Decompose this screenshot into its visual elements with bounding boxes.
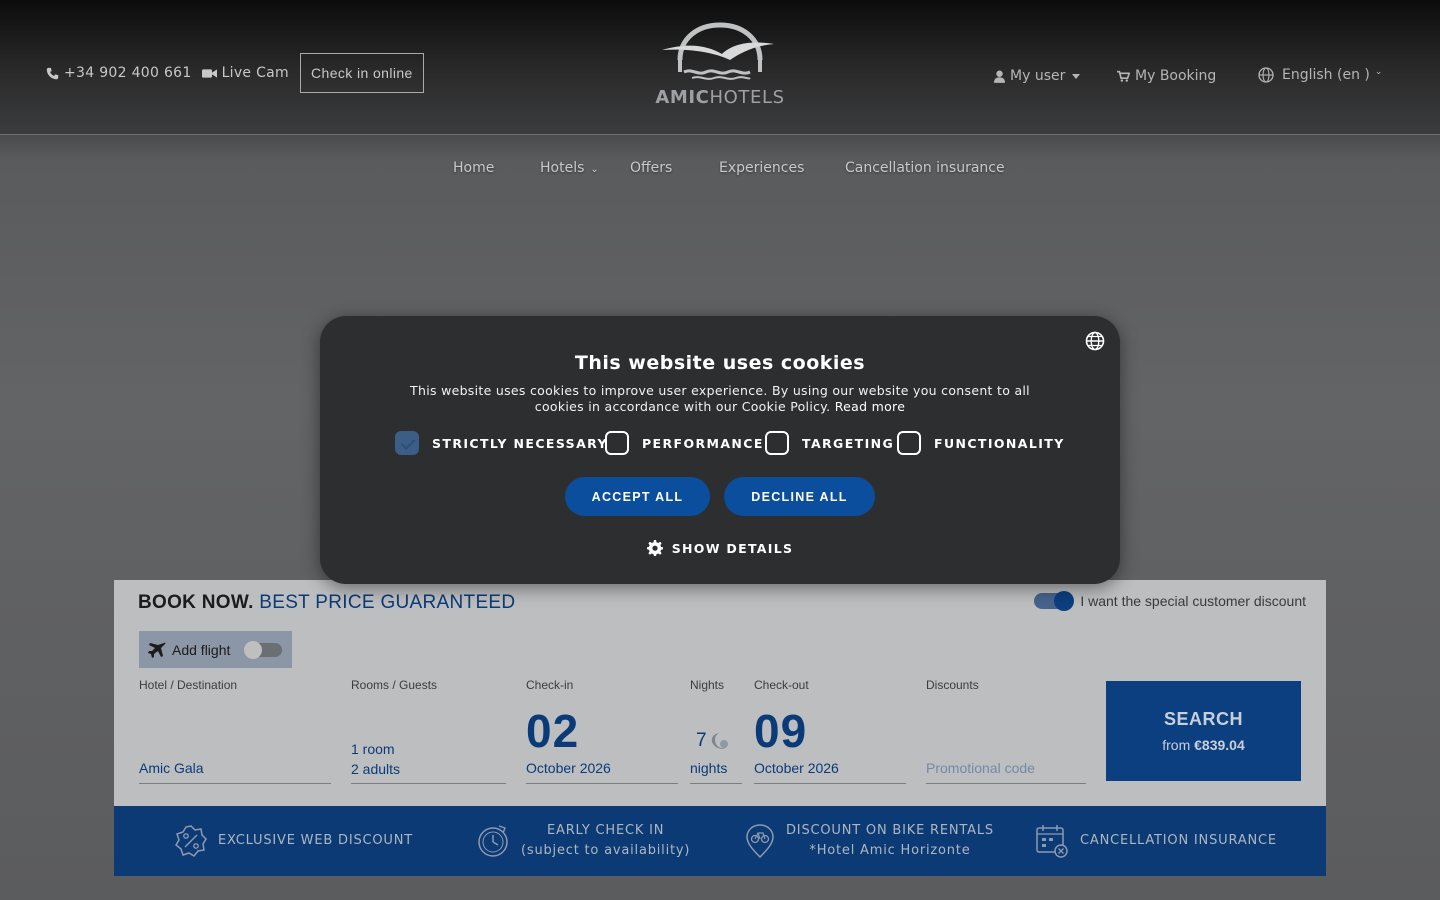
cookie-category-targeting[interactable]: TARGETING (765, 431, 894, 455)
decline-all-button[interactable]: DECLINE ALL (724, 477, 875, 516)
strictly-necessary-checkbox (395, 431, 419, 455)
accept-all-button[interactable]: ACCEPT ALL (565, 477, 710, 516)
targeting-checkbox[interactable] (765, 431, 789, 455)
functionality-label: FUNCTIONALITY (934, 435, 1065, 451)
cookie-category-performance[interactable]: PERFORMANCE (605, 431, 764, 455)
globe-icon[interactable] (1085, 331, 1105, 351)
gear-icon (646, 540, 663, 556)
cookie-category-strictly-necessary: STRICTLY NECESSARY (395, 431, 608, 455)
strictly-necessary-label: STRICTLY NECESSARY (432, 435, 608, 451)
cookie-categories: STRICTLY NECESSARY PERFORMANCE TARGETING… (395, 431, 1063, 457)
performance-label: PERFORMANCE (642, 435, 764, 451)
cookie-dialog-title: This website uses cookies (574, 352, 866, 374)
show-details-button[interactable]: SHOW DETAILS (320, 540, 1120, 556)
targeting-label: TARGETING (802, 435, 895, 451)
read-more-link[interactable]: Read more (835, 399, 905, 414)
functionality-checkbox[interactable] (897, 431, 921, 455)
performance-checkbox[interactable] (605, 431, 629, 455)
show-details-label: SHOW DETAILS (671, 540, 794, 556)
cookie-category-functionality[interactable]: FUNCTIONALITY (897, 431, 1065, 455)
cookie-consent-dialog: This website uses cookies This website u… (320, 316, 1120, 584)
cookie-dialog-text: This website uses cookies to improve use… (410, 383, 1030, 414)
